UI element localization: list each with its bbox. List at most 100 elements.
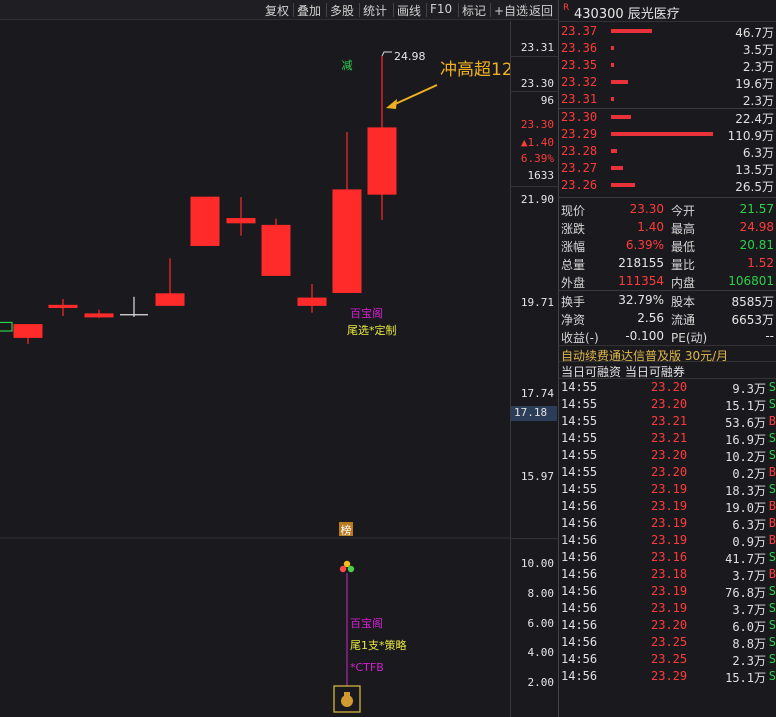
sub-axis-label: 10.00	[520, 557, 554, 570]
quote-value: 8585万	[731, 295, 774, 309]
order-book-row[interactable]: 23.32 19.6万	[559, 74, 776, 91]
candle-body	[261, 224, 291, 276]
quote-label: 最低	[671, 240, 696, 254]
current-price-tag: 17.18	[511, 406, 557, 421]
order-volume-bar	[611, 63, 614, 67]
trade-v: 10.2万	[725, 450, 766, 464]
trade-side: S	[768, 431, 776, 445]
toolbar-separator	[525, 3, 526, 17]
trade-row: 14:55 23.21 53.6万 B	[559, 413, 776, 430]
axis-divider	[510, 186, 558, 187]
trade-row: 14:56 23.16 41.7万 S	[559, 549, 776, 566]
r-mark: R	[563, 3, 570, 13]
order-volume: 2.3万	[742, 94, 774, 108]
baobao-label-2: 百宝阁	[350, 616, 383, 630]
order-book-row[interactable]: 23.36 3.5万	[559, 40, 776, 57]
trade-t: 14:55	[561, 482, 598, 496]
quote-value: 6.39%	[625, 238, 664, 252]
toolbar-item-6[interactable]: 标记	[462, 2, 486, 19]
callout-arrow-head	[386, 99, 397, 109]
trade-side: S	[768, 584, 776, 598]
order-book-row[interactable]: 23.29 110.9万	[559, 126, 776, 143]
order-book-row[interactable]: 23.37 46.7万	[559, 23, 776, 40]
quote-value: 111354	[618, 274, 664, 288]
trade-t: 14:56	[561, 652, 598, 666]
price-axis-label: 1633	[527, 169, 555, 182]
toolbar-item-5[interactable]: F10	[430, 2, 452, 16]
trade-side: S	[768, 550, 776, 564]
quote-value: 23.30	[629, 202, 664, 216]
sub-axis-label: 2.00	[527, 676, 555, 689]
toolbar-item-0[interactable]: 复权	[265, 2, 289, 19]
quote-label: 股本	[671, 295, 696, 309]
trade-v: 15.1万	[725, 399, 766, 413]
high-marker-line	[381, 51, 392, 57]
stock-header[interactable]: R 430300 辰光医疗	[559, 0, 776, 22]
order-volume: 110.9万	[727, 129, 774, 143]
callout-arrow	[392, 84, 438, 106]
toolbar-item-4[interactable]: 画线	[397, 2, 421, 19]
candle-body	[13, 324, 43, 338]
order-book-row[interactable]: 23.27 13.5万	[559, 160, 776, 177]
trade-p: 23.20	[651, 618, 688, 632]
price-axis-label: 23.31	[520, 41, 554, 54]
candle-body	[48, 304, 78, 308]
trade-side: S	[768, 652, 776, 666]
order-book-row[interactable]: 23.35 2.3万	[559, 57, 776, 74]
toolbar-separator	[393, 3, 394, 17]
toolbar-item-1[interactable]: 叠加	[297, 2, 321, 19]
kline-chart-area[interactable]: 减24.98冲高超12.3%百宝阁尾选*定制榜百宝阁尾1支*策略*CTFB	[0, 21, 545, 717]
price-axis-label: ▲1.40	[520, 136, 554, 149]
candle-body	[155, 293, 185, 306]
ctfb-label: *CTFB	[350, 661, 384, 674]
trade-v: 76.8万	[725, 586, 766, 600]
order-volume-bar	[611, 115, 632, 119]
trade-p: 23.29	[651, 669, 688, 683]
trade-p: 23.20	[651, 397, 688, 411]
order-book-row[interactable]: 23.30 22.4万	[559, 109, 776, 126]
price-axis-label: 17.74	[520, 387, 554, 400]
order-volume: 13.5万	[735, 163, 774, 177]
trade-v: 15.1万	[725, 671, 766, 685]
trade-row: 14:56 23.19 6.3万 B	[559, 515, 776, 532]
trade-list[interactable]: 14:55 23.20 9.3万 S 14:55 23.20 15.1万 S 14:55 23.2…	[559, 379, 776, 685]
sub-axis-label: 4.00	[527, 646, 555, 659]
trade-t: 14:55	[561, 431, 598, 445]
kline-chart[interactable]: 减24.98冲高超12.3%百宝阁尾选*定制榜百宝阁尾1支*策略*CTFB	[0, 21, 545, 717]
price-axis-label: 23.30	[520, 77, 554, 90]
trade-p: 23.19	[651, 533, 688, 547]
quote-label: 总量	[561, 258, 586, 272]
order-price: 23.36	[561, 41, 598, 55]
toolbar-item-8[interactable]: 返回	[529, 2, 553, 19]
trade-side: S	[768, 380, 776, 394]
order-book-row[interactable]: 23.28 6.3万	[559, 143, 776, 160]
trade-p: 23.16	[651, 550, 688, 564]
trade-side: B	[768, 533, 776, 547]
trade-p: 23.21	[651, 431, 688, 445]
toolbar-separator	[326, 3, 327, 17]
quote-label: 量比	[671, 258, 696, 272]
axis-divider	[510, 538, 558, 539]
trade-side: B	[768, 516, 776, 530]
trade-p: 23.19	[651, 482, 688, 496]
toolbar-item-7[interactable]: +自选	[494, 2, 528, 19]
quote-row: 换手 32.79% 股本 8585万	[559, 291, 776, 309]
order-price: 23.26	[561, 178, 598, 192]
toolbar-item-2[interactable]: 多股	[330, 2, 354, 19]
quote-label: 外盘	[561, 276, 586, 290]
toolbar-item-3[interactable]: 统计	[363, 2, 387, 19]
quote-value: 2.56	[637, 311, 664, 325]
trade-v: 41.7万	[725, 552, 766, 566]
trade-row: 14:56 23.20 6.0万 S	[559, 617, 776, 634]
trade-side: S	[768, 397, 776, 411]
price-axis-label: 23.30	[520, 118, 554, 131]
ad-banner[interactable]: 自动续费通达信普及版 30元/月	[559, 345, 776, 363]
order-price: 23.32	[561, 75, 598, 89]
order-book-row[interactable]: 23.31 2.3万	[559, 91, 776, 108]
toolbar-separator	[426, 3, 427, 17]
order-volume: 2.3万	[742, 60, 774, 74]
trade-row: 14:56 23.25 8.8万 S	[559, 634, 776, 651]
trade-p: 23.19	[651, 499, 688, 513]
price-axis-label: 19.71	[520, 296, 554, 309]
order-book-row[interactable]: 23.26 26.5万	[559, 177, 776, 194]
